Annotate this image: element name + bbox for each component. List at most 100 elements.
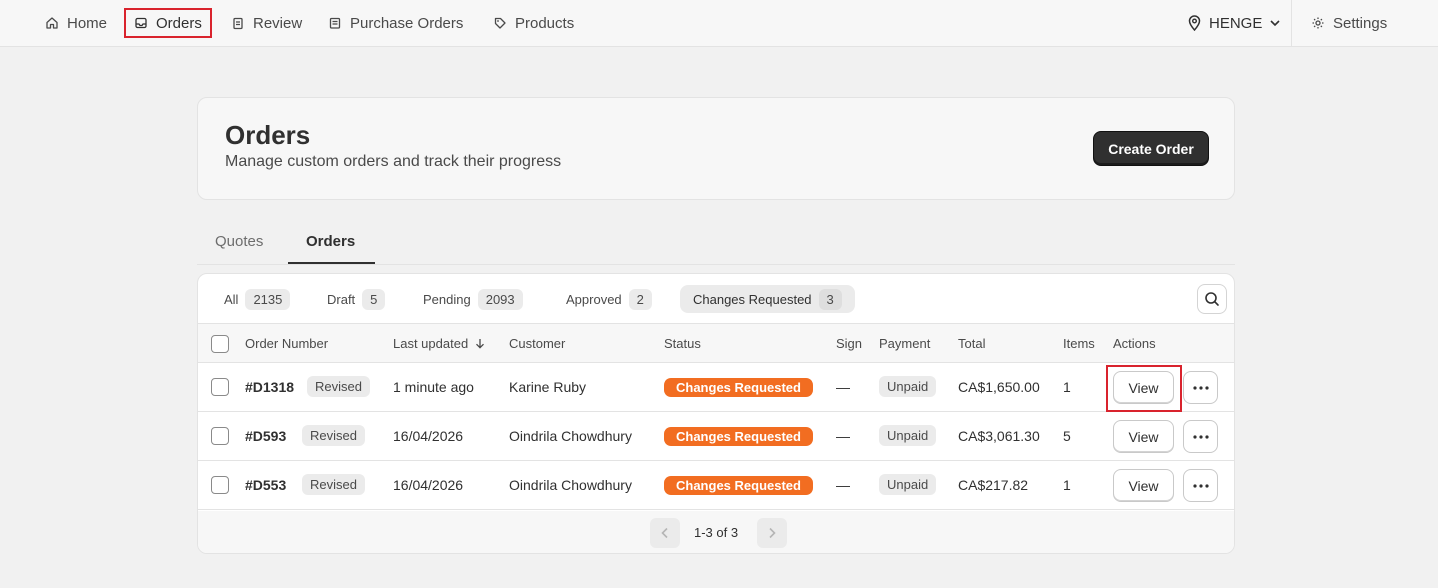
nav-products[interactable]: Products <box>493 8 574 38</box>
create-order-button[interactable]: Create Order <box>1093 131 1209 166</box>
order-number-link[interactable]: #D553 <box>245 477 286 493</box>
nav-divider <box>1291 0 1292 47</box>
ellipsis-icon <box>1192 434 1209 439</box>
page-header-card: Orders Manage custom orders and track th… <box>197 97 1235 200</box>
filter-pending-count: 2093 <box>477 288 523 310</box>
search-button[interactable] <box>1197 284 1227 314</box>
customer-name: Oindrila Chowdhury <box>509 477 632 493</box>
nav-home[interactable]: Home <box>45 8 107 38</box>
status-badge: Changes Requested <box>664 427 813 446</box>
customer-name: Karine Ruby <box>509 379 587 395</box>
filter-draft[interactable]: Draft 5 <box>314 285 398 313</box>
table-row: #D593 Revised 16/04/2026 Oindrila Chowdh… <box>198 412 1234 461</box>
search-icon <box>1204 291 1220 307</box>
col-last-updated[interactable]: Last updated <box>393 336 485 352</box>
nav-purchase-orders-label: Purchase Orders <box>350 14 464 32</box>
inbox-icon <box>134 16 148 30</box>
tabs-divider <box>197 264 1235 265</box>
nav-products-label: Products <box>515 14 575 32</box>
view-button[interactable]: View <box>1113 469 1174 502</box>
order-number-link[interactable]: #D1318 <box>245 379 294 395</box>
row-checkbox[interactable] <box>211 378 229 396</box>
revised-badge: Revised <box>302 474 365 495</box>
items-count: 5 <box>1063 428 1071 444</box>
receipt-icon <box>328 16 342 30</box>
items-count: 1 <box>1063 477 1071 493</box>
more-actions-button[interactable] <box>1183 420 1218 453</box>
filter-all-label: All <box>224 291 239 307</box>
nav-review[interactable]: Review <box>231 8 302 38</box>
more-actions-button[interactable] <box>1183 469 1218 502</box>
filter-approved[interactable]: Approved 2 <box>553 285 665 313</box>
nav-purchase-orders[interactable]: Purchase Orders <box>328 8 463 38</box>
filter-changes-requested[interactable]: Changes Requested 3 <box>680 285 855 313</box>
col-status: Status <box>664 336 701 351</box>
nav-home-label: Home <box>67 14 108 32</box>
last-updated: 16/04/2026 <box>393 428 464 444</box>
order-total: CA$3,061.30 <box>958 428 1040 444</box>
col-customer: Customer <box>509 336 566 351</box>
page-subtitle: Manage custom orders and track their pro… <box>225 153 562 170</box>
customer-name: Oindrila Chowdhury <box>509 428 632 444</box>
nav-orders[interactable]: Orders <box>124 8 212 38</box>
clipboard-icon <box>231 16 245 30</box>
arrow-down-icon <box>475 337 485 352</box>
tab-orders[interactable]: Orders <box>306 233 355 250</box>
location-selector[interactable]: HENGE <box>1187 8 1282 38</box>
col-total: Total <box>958 336 986 351</box>
page-title: Orders <box>225 120 311 150</box>
row-checkbox[interactable] <box>211 427 229 445</box>
orders-table-card: All 2135 Draft 5 Pending 2093 Approved 2… <box>197 273 1235 554</box>
status-badge: Changes Requested <box>664 476 813 495</box>
chevron-left-icon <box>660 527 670 539</box>
filter-pending[interactable]: Pending 2093 <box>410 285 536 313</box>
chevron-right-icon <box>767 527 777 539</box>
view-button[interactable]: View <box>1113 420 1174 453</box>
col-items: Items <box>1063 336 1095 351</box>
nav-settings-label: Settings <box>1333 14 1388 32</box>
filter-all[interactable]: All 2135 <box>211 285 303 313</box>
filter-changes-requested-count: 3 <box>818 288 842 310</box>
chevron-down-icon <box>1268 16 1282 30</box>
next-page-button[interactable] <box>757 518 787 548</box>
filter-approved-count: 2 <box>628 288 652 310</box>
order-total: CA$1,650.00 <box>958 379 1040 395</box>
view-button-highlight <box>1106 365 1182 412</box>
pagination-label: 1-3 of 3 <box>694 525 739 540</box>
ellipsis-icon <box>1192 483 1209 488</box>
tab-quotes[interactable]: Quotes <box>215 233 263 250</box>
previous-page-button[interactable] <box>650 518 680 548</box>
sign-value: — <box>836 477 850 493</box>
gear-icon <box>1311 16 1325 30</box>
payment-badge: Unpaid <box>879 425 937 446</box>
nav-orders-label: Orders <box>156 14 202 32</box>
status-badge: Changes Requested <box>664 378 813 397</box>
tag-icon <box>493 16 507 30</box>
table-row: #D553 Revised 16/04/2026 Oindrila Chowdh… <box>198 461 1234 510</box>
col-order-number: Order Number <box>245 336 329 351</box>
filter-changes-requested-label: Changes Requested <box>693 291 812 307</box>
sign-value: — <box>836 428 850 444</box>
order-number-link[interactable]: #D593 <box>245 428 286 444</box>
filter-draft-label: Draft <box>327 291 356 307</box>
col-sign: Sign <box>836 336 863 351</box>
col-payment: Payment <box>879 336 931 351</box>
payment-badge: Unpaid <box>879 474 937 495</box>
table-header: Order Number Last updated Customer Statu… <box>198 323 1234 363</box>
filter-approved-label: Approved <box>566 291 622 307</box>
revised-badge: Revised <box>302 425 365 446</box>
more-actions-button[interactable] <box>1183 371 1218 404</box>
location-pin-icon <box>1187 15 1202 31</box>
ellipsis-icon <box>1192 385 1209 390</box>
row-checkbox[interactable] <box>211 476 229 494</box>
select-all-checkbox[interactable] <box>211 335 229 353</box>
top-navigation: Home Orders Review Purchase Orders Produ… <box>0 0 1438 47</box>
col-actions: Actions <box>1113 336 1156 351</box>
items-count: 1 <box>1063 379 1071 395</box>
last-updated: 1 minute ago <box>393 379 474 395</box>
filter-draft-count: 5 <box>362 288 386 310</box>
nav-review-label: Review <box>253 14 303 32</box>
sign-value: — <box>836 379 850 395</box>
location-label: HENGE <box>1209 14 1263 32</box>
nav-settings[interactable]: Settings <box>1311 8 1387 38</box>
